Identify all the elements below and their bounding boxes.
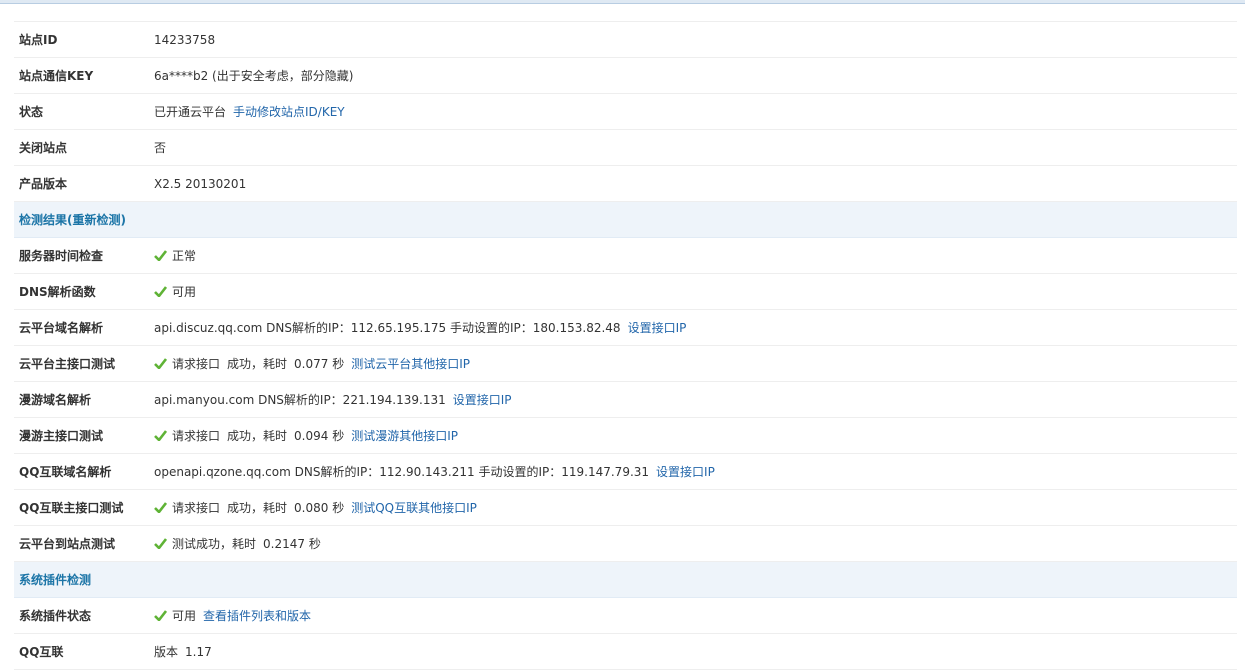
check-status: 正常 bbox=[172, 249, 197, 263]
check-result: 成功，耗时 bbox=[227, 429, 288, 443]
row-label: 站点通信KEY bbox=[19, 69, 94, 83]
set-interface-ip-link[interactable]: 设置接口IP bbox=[656, 463, 715, 480]
row-cloud-api-test: 云平台主接口测试 请求接口 成功，耗时 0.077 秒 测试云平台其他接口IP bbox=[14, 346, 1237, 382]
dns-result: api.manyou.com DNS解析的IP：221.194.139.131 bbox=[154, 393, 446, 407]
row-label: 漫游主接口测试 bbox=[19, 429, 104, 443]
dns-result: api.discuz.qq.com DNS解析的IP：112.65.195.17… bbox=[154, 321, 621, 335]
check-icon bbox=[154, 250, 167, 261]
check-time: 0.077 秒 bbox=[294, 357, 345, 371]
row-qq-api-test: QQ互联主接口测试 请求接口 成功，耗时 0.080 秒 测试QQ互联其他接口I… bbox=[14, 490, 1237, 526]
row-label: 云平台域名解析 bbox=[19, 321, 104, 335]
row-server-time: 服务器时间检查 正常 bbox=[14, 238, 1237, 274]
version-value: X2.5 20130201 bbox=[154, 176, 247, 191]
row-label: DNS解析函数 bbox=[19, 285, 96, 299]
row-version: 产品版本 X2.5 20130201 bbox=[14, 166, 1237, 202]
row-cloud-to-site-test: 云平台到站点测试 测试成功，耗时 0.2147 秒 bbox=[14, 526, 1237, 562]
check-status: 请求接口 bbox=[172, 501, 221, 515]
row-label: 云平台主接口测试 bbox=[19, 357, 116, 371]
check-status: 可用 bbox=[172, 285, 197, 299]
row-label: 系统插件状态 bbox=[19, 609, 92, 623]
check-time: 0.080 秒 bbox=[294, 501, 345, 515]
row-label: 关闭站点 bbox=[19, 141, 68, 155]
version-label: 版本 bbox=[154, 645, 179, 659]
check-icon bbox=[154, 286, 167, 297]
row-cloud-dns: 云平台域名解析 api.discuz.qq.com DNS解析的IP：112.6… bbox=[14, 310, 1237, 346]
close-site-value: 否 bbox=[154, 141, 167, 155]
edit-site-id-key-link[interactable]: 手动修改站点ID/KEY bbox=[233, 103, 345, 120]
test-other-ip-link[interactable]: 测试QQ互联其他接口IP bbox=[351, 499, 477, 516]
set-interface-ip-link[interactable]: 设置接口IP bbox=[453, 391, 512, 408]
row-label: 产品版本 bbox=[19, 177, 68, 191]
check-status: 可用 bbox=[172, 609, 197, 623]
check-result: 成功，耗时 bbox=[227, 357, 288, 371]
status-value: 已开通云平台 bbox=[154, 105, 227, 119]
row-label: QQ互联 bbox=[19, 645, 64, 659]
check-icon bbox=[154, 430, 167, 441]
row-label: QQ互联域名解析 bbox=[19, 465, 112, 479]
check-result: 成功，耗时 bbox=[227, 501, 288, 515]
check-status: 请求接口 bbox=[172, 429, 221, 443]
check-icon bbox=[154, 502, 167, 513]
cloud-status-table: 站点ID 14233758 站点通信KEY 6a****b2 (出于安全考虑，部… bbox=[14, 21, 1237, 670]
row-label: 漫游域名解析 bbox=[19, 393, 92, 407]
row-label: 站点ID bbox=[19, 33, 58, 47]
check-icon bbox=[154, 610, 167, 621]
check-status: 请求接口 bbox=[172, 357, 221, 371]
check-status: 测试成功，耗时 bbox=[172, 537, 257, 551]
row-status: 状态 已开通云平台 手动修改站点ID/KEY bbox=[14, 94, 1237, 130]
test-other-ip-link[interactable]: 测试云平台其他接口IP bbox=[351, 355, 470, 372]
view-plugin-list-link[interactable]: 查看插件列表和版本 bbox=[203, 607, 311, 624]
row-label: 云平台到站点测试 bbox=[19, 537, 116, 551]
check-icon bbox=[154, 538, 167, 549]
row-manyou-api-test: 漫游主接口测试 请求接口 成功，耗时 0.094 秒 测试漫游其他接口IP bbox=[14, 418, 1237, 454]
row-qq-connect: QQ互联 版本 1.17 bbox=[14, 634, 1237, 670]
section-title: 系统插件检测 bbox=[19, 573, 92, 587]
row-qq-dns: QQ互联域名解析 openapi.qzone.qq.com DNS解析的IP：1… bbox=[14, 454, 1237, 490]
row-dns-func: DNS解析函数 可用 bbox=[14, 274, 1237, 310]
check-time: 0.094 秒 bbox=[294, 429, 345, 443]
row-close-site: 关闭站点 否 bbox=[14, 130, 1237, 166]
row-label: QQ互联主接口测试 bbox=[19, 501, 124, 515]
row-site-id: 站点ID 14233758 bbox=[14, 22, 1237, 58]
row-site-key: 站点通信KEY 6a****b2 (出于安全考虑，部分隐藏) bbox=[14, 58, 1237, 94]
section-title[interactable]: 检测结果(重新检测) bbox=[14, 211, 126, 228]
row-label: 服务器时间检查 bbox=[19, 249, 104, 263]
dns-result: openapi.qzone.qq.com DNS解析的IP：112.90.143… bbox=[154, 465, 650, 479]
section-plugin-check: 系统插件检测 bbox=[14, 562, 1237, 598]
row-manyou-dns: 漫游域名解析 api.manyou.com DNS解析的IP：221.194.1… bbox=[14, 382, 1237, 418]
site-key-value: 6a****b2 (出于安全考虑，部分隐藏) bbox=[154, 69, 354, 83]
version-number: 1.17 bbox=[185, 644, 212, 659]
section-check-results: 检测结果(重新检测) bbox=[14, 202, 1237, 238]
check-icon bbox=[154, 358, 167, 369]
test-other-ip-link[interactable]: 测试漫游其他接口IP bbox=[351, 427, 458, 444]
set-interface-ip-link[interactable]: 设置接口IP bbox=[628, 319, 687, 336]
site-id-value: 14233758 bbox=[154, 32, 216, 47]
row-label: 状态 bbox=[19, 105, 44, 119]
top-border bbox=[0, 0, 1245, 4]
check-time: 0.2147 秒 bbox=[263, 537, 321, 551]
row-plugin-status: 系统插件状态 可用 查看插件列表和版本 bbox=[14, 598, 1237, 634]
